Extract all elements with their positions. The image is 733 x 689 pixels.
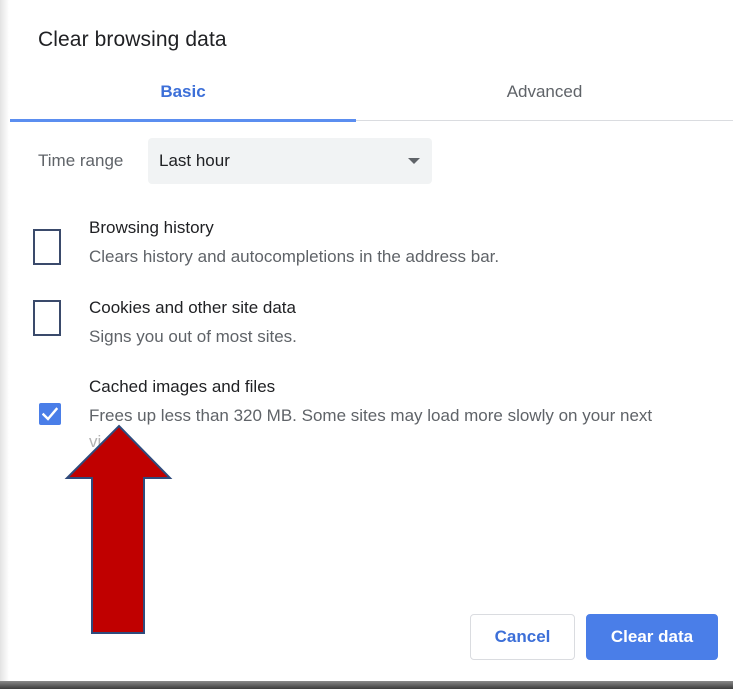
option-description: Signs you out of most sites. xyxy=(89,327,297,346)
time-range-value: Last hour xyxy=(159,151,230,170)
tab-basic[interactable]: Basic xyxy=(10,74,356,119)
option-title: Cached images and files xyxy=(89,377,276,396)
active-tab-indicator xyxy=(10,119,356,122)
red-arrow-annotation xyxy=(64,424,173,634)
time-range-select[interactable]: Last hour xyxy=(148,138,432,184)
cancel-button[interactable]: Cancel xyxy=(470,614,575,660)
option-description: Frees up less than 320 MB. Some sites ma… xyxy=(89,406,653,425)
option-title: Browsing history xyxy=(89,218,214,237)
checkbox-browsing-history[interactable] xyxy=(33,229,61,265)
window-edge-bottom xyxy=(0,681,733,689)
checkmark-icon xyxy=(42,407,58,421)
caret-down-icon xyxy=(408,158,420,164)
clear-browsing-data-dialog: Clear browsing data Basic Advanced Time … xyxy=(0,0,733,689)
checkbox-cached-images[interactable] xyxy=(39,403,61,425)
tab-advanced[interactable]: Advanced xyxy=(356,74,733,119)
option-title: Cookies and other site data xyxy=(89,298,296,317)
window-edge-left xyxy=(0,0,9,689)
option-description: Clears history and autocompletions in th… xyxy=(89,247,500,266)
checkbox-cookies[interactable] xyxy=(33,300,61,336)
dialog-title: Clear browsing data xyxy=(38,28,227,51)
clear-data-button[interactable]: Clear data xyxy=(586,614,718,660)
time-range-label: Time range xyxy=(38,151,124,170)
tab-bar: Basic Advanced xyxy=(10,74,733,122)
